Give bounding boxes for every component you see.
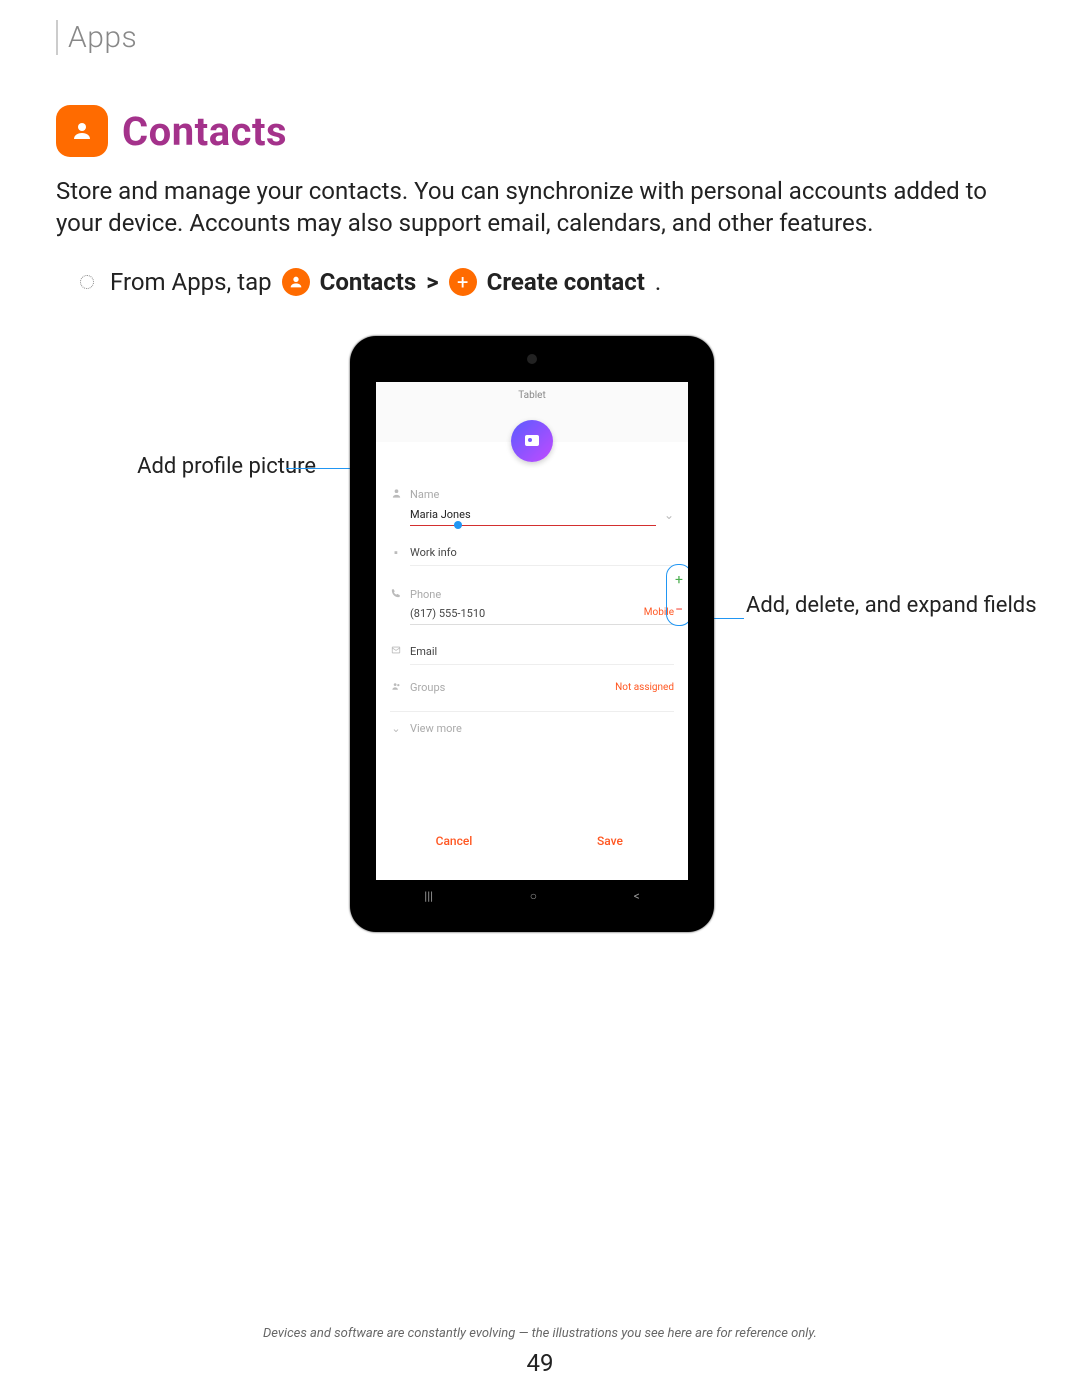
phone-label: Phone: [410, 588, 441, 601]
email-input[interactable]: Email: [410, 641, 674, 662]
action-buttons-row: Cancel Save: [376, 834, 688, 848]
home-nav-icon[interactable]: ○: [530, 889, 537, 903]
page-title: Contacts: [122, 108, 287, 155]
contact-form: Name Maria Jones ⌄ ▪ Work info: [376, 442, 688, 745]
intro-text: Store and manage your contacts. You can …: [56, 175, 1024, 240]
email-field-row: Email: [390, 625, 674, 664]
storage-location: Tablet: [518, 390, 545, 401]
work-field-row: ▪ Work info: [390, 526, 674, 565]
person-icon: [288, 274, 304, 290]
phone-number: (817) 555-1510: [410, 607, 485, 620]
add-field-button[interactable]: +: [667, 565, 688, 595]
groups-label: Groups: [410, 681, 445, 694]
tablet-device-frame: Tablet Name Maria Jones ⌄: [350, 336, 714, 932]
callout-expand-fields: Add, delete, and expand fields: [746, 592, 1046, 621]
person-icon: [70, 119, 94, 143]
view-more-label: View more: [410, 722, 462, 735]
section-breadcrumb: Apps: [56, 20, 1024, 55]
name-label: Name: [410, 488, 439, 501]
contacts-app-icon: [56, 105, 108, 157]
groups-value: Not assigned: [615, 682, 674, 693]
recents-nav-icon[interactable]: |||: [424, 889, 433, 903]
phone-field-row: Phone: [390, 566, 674, 603]
groups-icon: [390, 681, 402, 695]
remove-field-button[interactable]: −: [667, 595, 688, 625]
email-icon: [390, 645, 402, 658]
disclaimer-text: Devices and software are constantly evol…: [0, 1326, 1080, 1341]
tablet-screen: Tablet Name Maria Jones ⌄: [376, 382, 688, 880]
work-info-input[interactable]: Work info: [410, 542, 674, 563]
expand-name-icon[interactable]: ⌄: [664, 508, 674, 522]
step-prefix: From Apps, tap: [110, 268, 272, 296]
tablet-nav-bar: ||| ○ <: [376, 884, 688, 908]
create-contact-label: Create contact: [487, 268, 645, 296]
name-input[interactable]: Maria Jones: [410, 504, 656, 526]
back-nav-icon[interactable]: <: [634, 889, 640, 903]
page-title-row: Contacts: [56, 105, 1024, 157]
plus-icon: +: [449, 268, 477, 296]
add-remove-field-controls: + −: [666, 564, 688, 626]
instruction-step: From Apps, tap Contacts > + Create conta…: [56, 268, 1024, 296]
contacts-icon: [282, 268, 310, 296]
name-field-row: Name: [390, 478, 674, 504]
tablet-camera-dot: [527, 354, 537, 364]
groups-row[interactable]: Groups Not assigned: [390, 665, 674, 711]
page-number: 49: [0, 1349, 1080, 1377]
save-button[interactable]: Save: [532, 834, 688, 848]
chevron-down-icon: ⌄: [390, 722, 402, 735]
callout-profile-picture: Add profile picture: [56, 454, 316, 479]
camera-icon: [525, 435, 539, 446]
person-icon: [390, 488, 402, 502]
view-more-button[interactable]: ⌄ View more: [390, 712, 674, 745]
phone-input[interactable]: (817) 555-1510 Mobile: [410, 603, 674, 625]
add-profile-picture-button[interactable]: [511, 420, 553, 462]
cancel-button[interactable]: Cancel: [376, 834, 532, 848]
device-illustration-area: Add profile picture Add, delete, and exp…: [56, 336, 1024, 976]
period: .: [655, 268, 661, 296]
building-icon: ▪: [390, 546, 402, 559]
contacts-label: Contacts: [320, 268, 417, 296]
phone-icon: [390, 588, 402, 601]
chevron-icon: >: [426, 268, 438, 296]
bullet-icon: [80, 275, 94, 289]
